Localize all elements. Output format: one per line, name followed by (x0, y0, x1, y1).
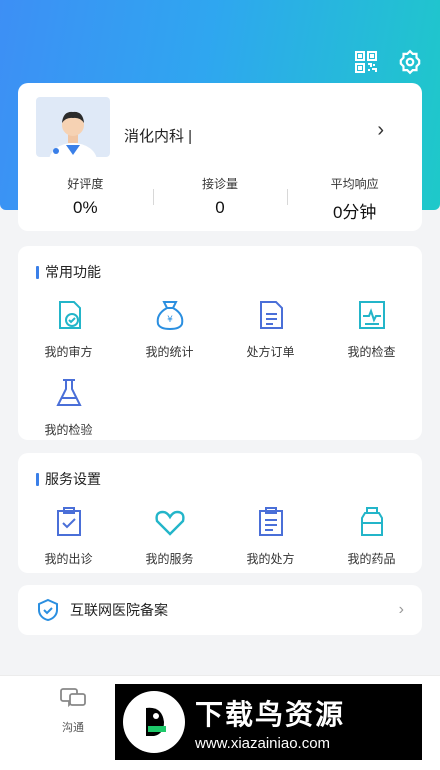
stat-consultations: 接诊量 0 (152, 175, 288, 223)
section-title-text: 服务设置 (45, 471, 101, 487)
service-label: 我的处方 (246, 552, 295, 566)
tab-label: 沟通 (62, 722, 84, 734)
function-item-examinations[interactable]: 我的检查 (321, 298, 422, 360)
chevron-right-icon: › (398, 601, 404, 618)
stat-label: 好评度 (67, 177, 104, 191)
section-accent-bar (36, 265, 39, 279)
qr-code-icon[interactable] (352, 48, 380, 76)
watermark-url: www.xiazainiao.com (195, 734, 331, 752)
department-label: 消化内科 | (124, 128, 193, 145)
function-label: 我的统计 (145, 345, 194, 359)
review-prescription-icon (58, 301, 81, 329)
flask-icon (55, 379, 82, 406)
watermark-title: 下载鸟资源 (195, 698, 346, 730)
section-title-text: 常用功能 (45, 264, 101, 280)
watermark-text: 下载鸟资源 www.xiazainiao.com (195, 693, 345, 752)
service-item-services[interactable]: 我的服务 (119, 505, 220, 567)
prescription-list-icon (258, 507, 283, 536)
common-functions-card: 常用功能 我的审方 ¥ 我的统计 处方订单 我的检查 我的检验 (18, 246, 422, 440)
medicine-bottle-icon (360, 507, 383, 536)
ecg-report-icon (358, 301, 385, 329)
service-item-medicines[interactable]: 我的药品 (321, 505, 422, 567)
hospital-record-row[interactable]: 互联网医院备案 › (18, 585, 422, 635)
stat-label: 接诊量 (202, 177, 239, 191)
shield-check-icon (38, 598, 58, 622)
heart-icon (154, 510, 185, 536)
section-title: 常用功能 (36, 262, 101, 282)
function-label: 处方订单 (246, 345, 295, 359)
function-item-prescription-orders[interactable]: 处方订单 (220, 298, 321, 360)
chevron-right-icon[interactable]: › (377, 119, 384, 142)
function-label: 我的审方 (44, 345, 93, 359)
stat-value: 0% (73, 198, 98, 217)
section-accent-bar (36, 472, 39, 486)
stats-row: 好评度 0% 接诊量 0 平均响应 0分钟 (18, 175, 422, 223)
service-settings-grid: 我的出诊 我的服务 我的处方 我的药品 (18, 505, 422, 567)
service-label: 我的服务 (145, 552, 194, 566)
document-icon (259, 301, 283, 329)
function-item-review[interactable]: 我的审方 (18, 298, 119, 360)
service-label: 我的出诊 (44, 552, 93, 566)
watermark-banner: 下载鸟资源 www.xiazainiao.com (115, 684, 422, 760)
avatar (36, 97, 110, 157)
function-label: 我的检查 (347, 345, 396, 359)
stat-label: 平均响应 (330, 177, 379, 191)
service-item-visits[interactable]: 我的出诊 (18, 505, 119, 567)
clipboard-check-icon (56, 507, 81, 536)
function-item-lab-tests[interactable]: 我的检验 (18, 376, 119, 438)
service-settings-card: 服务设置 我的出诊 我的服务 我的处方 我的药品 (18, 453, 422, 573)
section-title: 服务设置 (36, 469, 101, 489)
function-item-statistics[interactable]: ¥ 我的统计 (119, 298, 220, 360)
svg-text:¥: ¥ (167, 315, 173, 325)
stat-response-time: 平均响应 0分钟 (287, 175, 422, 223)
stat-rating: 好评度 0% (18, 175, 153, 223)
common-functions-grid: 我的审方 ¥ 我的统计 处方订单 我的检查 我的检验 (18, 298, 422, 438)
header-actions (352, 48, 424, 76)
stat-value: 0 (215, 198, 225, 217)
function-label: 我的检验 (44, 423, 93, 437)
hospital-record-label: 互联网医院备案 (70, 602, 168, 618)
profile-card[interactable]: 消化内科 | › 好评度 0% 接诊量 0 平均响应 0分钟 (18, 83, 422, 231)
stat-value: 0分钟 (332, 203, 377, 222)
tab-communication[interactable]: 沟通 (45, 686, 101, 735)
service-label: 我的药品 (347, 552, 396, 566)
service-item-prescriptions[interactable]: 我的处方 (220, 505, 321, 567)
watermark-logo (123, 691, 185, 753)
money-bag-icon: ¥ (156, 301, 183, 331)
chat-icon (60, 688, 86, 708)
gear-icon[interactable] (396, 48, 424, 76)
